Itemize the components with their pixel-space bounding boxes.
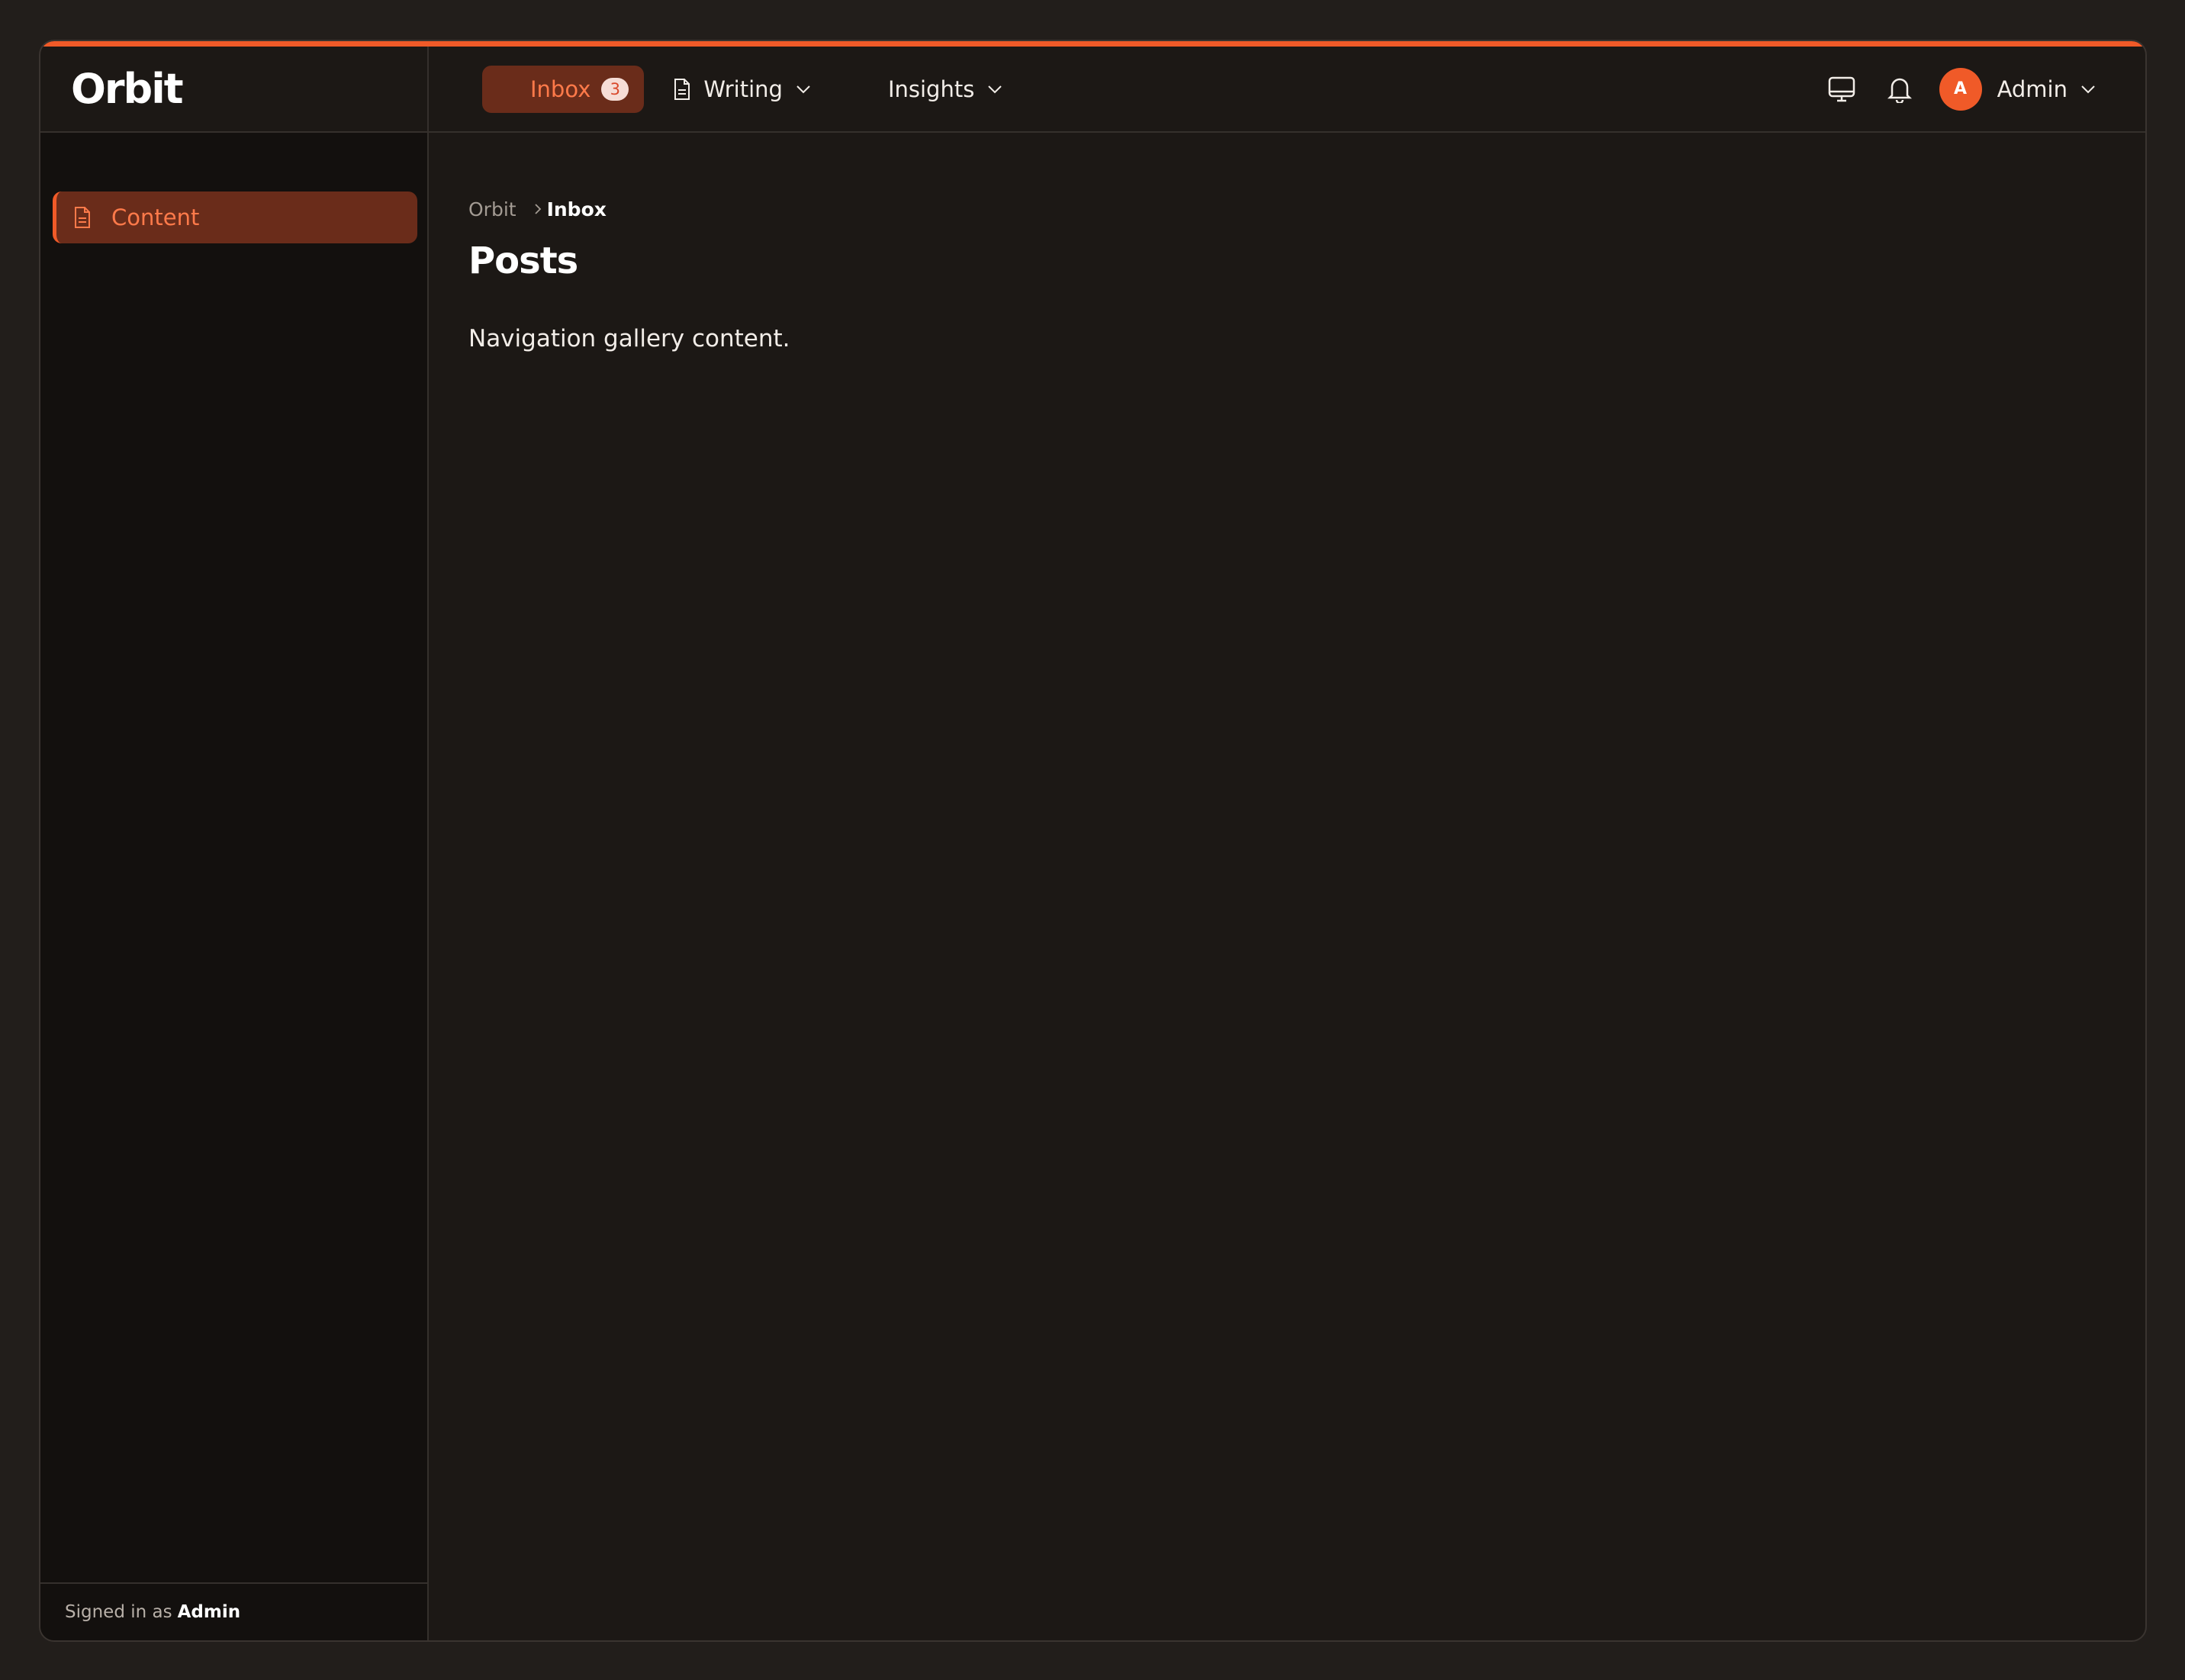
- document-icon: [75, 207, 90, 228]
- accent-bar: [40, 41, 2145, 47]
- logo-area: Orbit: [40, 47, 429, 131]
- page-title: Posts: [468, 240, 578, 282]
- chevron-down-icon: [796, 85, 810, 93]
- chevron-right-icon: [534, 204, 541, 214]
- avatar: A: [1939, 67, 1982, 111]
- header-actions: A Admin: [1825, 47, 2145, 131]
- bell-icon: [1887, 78, 1912, 103]
- chevron-down-icon: [988, 85, 1002, 93]
- nav-item-inbox-label: Inbox: [530, 76, 591, 102]
- monitor-icon: [1828, 76, 1855, 101]
- signed-in-user: Admin: [177, 1602, 241, 1622]
- inbox-count-badge: 3: [601, 77, 629, 101]
- top-nav: Inbox 3 Writing Insights: [429, 47, 1825, 131]
- user-menu[interactable]: A Admin: [1916, 67, 2097, 111]
- sidebar-footer: Signed in as Admin: [40, 1582, 427, 1640]
- app-window: Orbit Inbox 3 Writing Insights A Admin C…: [39, 40, 2147, 1642]
- main-content: Orbit Inbox Posts Navigation gallery con…: [430, 133, 2145, 1640]
- sidebar: Content Signed in as Admin: [40, 133, 429, 1640]
- sidebar-item-label: Content: [111, 204, 200, 230]
- document-icon: [674, 78, 690, 100]
- nav-item-writing[interactable]: Writing: [667, 66, 818, 113]
- top-header: Orbit Inbox 3 Writing Insights A Admin: [40, 47, 2145, 133]
- page-body-text: Navigation gallery content.: [468, 325, 790, 352]
- nav-item-insights[interactable]: Insights: [882, 66, 1009, 113]
- breadcrumb-link-orbit[interactable]: Orbit: [468, 198, 516, 220]
- notifications-button[interactable]: [1883, 72, 1916, 106]
- nav-item-writing-label: Writing: [703, 76, 783, 102]
- chevron-down-icon: [2081, 85, 2095, 93]
- signed-in-prefix: Signed in as: [65, 1602, 172, 1622]
- breadcrumb-current: Inbox: [546, 198, 607, 220]
- breadcrumb: Orbit Inbox: [468, 198, 607, 220]
- user-name: Admin: [1997, 76, 2068, 102]
- app-logo[interactable]: Orbit: [71, 65, 184, 113]
- nav-item-inbox[interactable]: Inbox 3: [482, 65, 645, 113]
- monitor-button[interactable]: [1825, 72, 1858, 106]
- sidebar-item-content[interactable]: Content: [53, 191, 417, 243]
- nav-item-insights-label: Insights: [887, 76, 975, 102]
